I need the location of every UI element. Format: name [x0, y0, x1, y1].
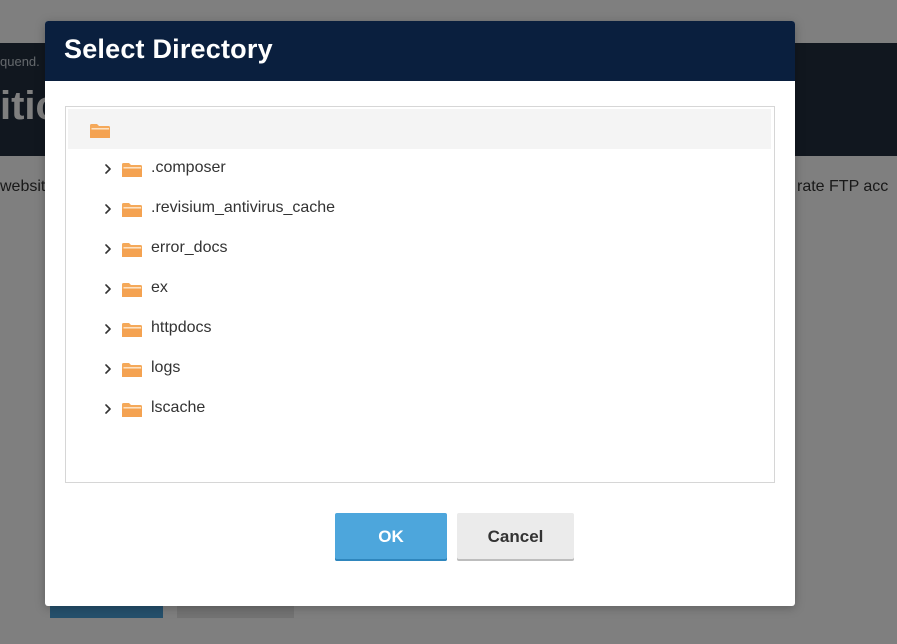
tree-item[interactable]: lscache [66, 389, 772, 429]
tree-item[interactable]: .revisium_antivirus_cache [66, 189, 772, 229]
tree-item[interactable]: error_docs [66, 229, 772, 269]
tree-item-label: lscache [151, 399, 206, 416]
chevron-right-icon[interactable] [103, 204, 113, 214]
ok-button[interactable]: OK [335, 513, 447, 561]
tree-item-label: httpdocs [151, 319, 212, 336]
tree-item-label: .revisium_antivirus_cache [151, 199, 336, 216]
tree-item-label: error_docs [151, 239, 228, 256]
folder-open-icon [90, 124, 110, 138]
tree-item-label: .composer [151, 159, 226, 176]
tree-item-label: logs [151, 359, 181, 376]
select-directory-dialog: Select Directory .composer .revisium_anti… [45, 21, 795, 606]
tree-root-row[interactable] [68, 109, 771, 149]
folder-icon [122, 243, 142, 257]
folder-icon [122, 363, 142, 377]
chevron-right-icon[interactable] [103, 324, 113, 334]
directory-tree: .composer .revisium_antivirus_cache error_… [65, 106, 775, 483]
dialog-title: Select Directory [64, 34, 273, 64]
tree-item[interactable]: ex [66, 269, 772, 309]
folder-icon [122, 323, 142, 337]
chevron-right-icon[interactable] [103, 404, 113, 414]
folder-icon [122, 203, 142, 217]
tree-item-label: ex [151, 279, 168, 296]
tree-list: .composer .revisium_antivirus_cache error_… [66, 149, 772, 429]
chevron-right-icon[interactable] [103, 364, 113, 374]
tree-item[interactable]: .composer [66, 149, 772, 189]
cancel-button[interactable]: Cancel [457, 513, 574, 561]
chevron-right-icon[interactable] [103, 284, 113, 294]
dialog-header: Select Directory [45, 21, 795, 81]
chevron-right-icon[interactable] [103, 164, 113, 174]
folder-icon [122, 163, 142, 177]
folder-icon [122, 283, 142, 297]
folder-icon [122, 403, 142, 417]
chevron-right-icon[interactable] [103, 244, 113, 254]
tree-item[interactable]: logs [66, 349, 772, 389]
tree-item[interactable]: httpdocs [66, 309, 772, 349]
